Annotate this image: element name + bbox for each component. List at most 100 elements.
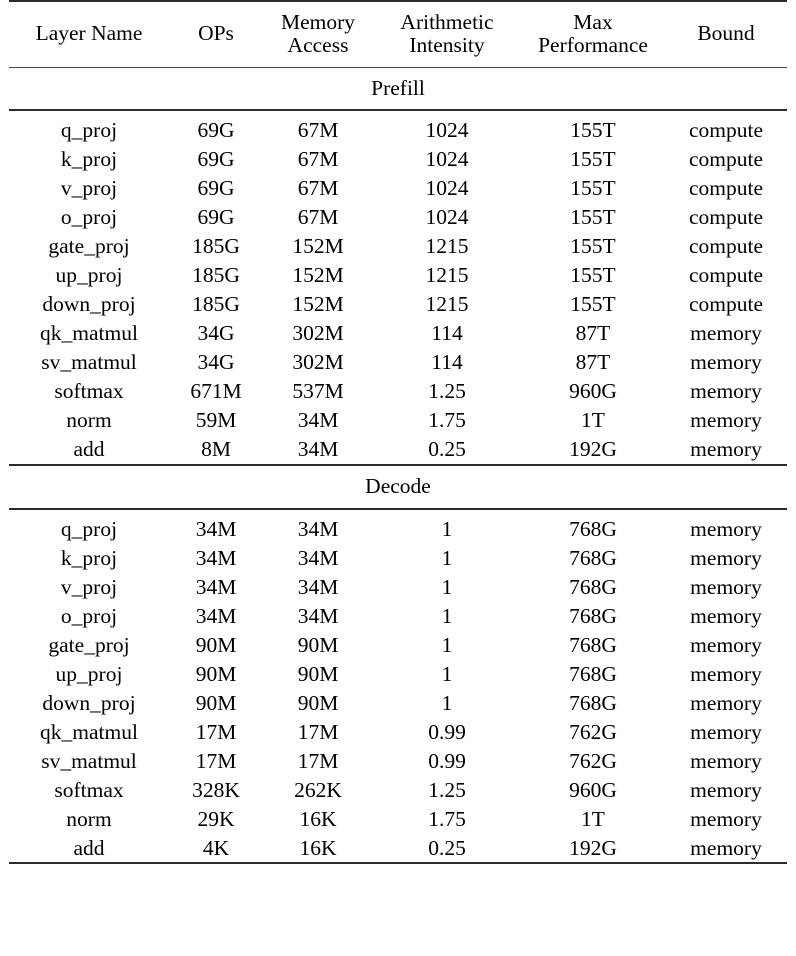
cell-ops: 17M — [195, 748, 237, 773]
cell-layer-name: o_proj — [60, 603, 118, 628]
cell-max-performance: 768G — [569, 603, 617, 628]
table-row: gate_proj 185G 152M 1215 155T compute — [9, 232, 787, 261]
cell-max-performance: 960G — [569, 777, 617, 802]
cell-arithmetic-intensity: 0.25 — [428, 835, 466, 860]
column-header-layer-name: Layer Name — [9, 0, 169, 68]
cell-bound: compute — [688, 234, 764, 259]
table-row: down_proj 90M 90M 1 768G memory — [9, 689, 787, 718]
column-header-line: Memory — [280, 10, 356, 34]
cell-bound: memory — [690, 379, 762, 404]
table-row: up_proj 90M 90M 1 768G memory — [9, 660, 787, 689]
cell-max-performance: 155T — [570, 147, 616, 172]
table-row: q_proj 69G 67M 1024 155T compute — [9, 116, 787, 145]
cell-arithmetic-intensity: 1024 — [425, 147, 469, 172]
cell-bound: memory — [690, 748, 762, 773]
table-row: gate_proj 90M 90M 1 768G memory — [9, 631, 787, 660]
column-header-max-performance: Max Performance — [521, 0, 665, 68]
cell-memory-access: 67M — [297, 176, 339, 201]
column-header-arithmetic-intensity: Arithmetic Intensity — [373, 0, 521, 68]
cell-arithmetic-intensity: 1024 — [425, 176, 469, 201]
table-row: qk_matmul 34G 302M 114 87T memory — [9, 319, 787, 348]
table-row: k_proj 69G 67M 1024 155T compute — [9, 145, 787, 174]
cell-memory-access: 90M — [297, 690, 339, 715]
cell-bound: compute — [688, 147, 764, 172]
cell-arithmetic-intensity: 1.75 — [428, 408, 466, 433]
cell-memory-access: 152M — [292, 234, 344, 259]
cell-bound: memory — [690, 632, 762, 657]
column-header-ops: OPs — [169, 0, 263, 68]
cell-ops: 34M — [195, 574, 237, 599]
section-title-decode: Decode — [9, 463, 787, 509]
cell-max-performance: 1T — [581, 806, 605, 831]
cell-arithmetic-intensity: 1 — [441, 603, 453, 628]
cell-ops: 90M — [195, 632, 237, 657]
cell-layer-name: softmax — [54, 379, 124, 404]
cell-layer-name: softmax — [54, 777, 124, 802]
cell-arithmetic-intensity: 1 — [441, 574, 453, 599]
cell-bound: compute — [688, 263, 764, 288]
cell-memory-access: 17M — [297, 748, 339, 773]
cell-ops: 69G — [197, 147, 235, 172]
cell-ops: 34M — [195, 545, 237, 570]
cell-ops: 34M — [195, 603, 237, 628]
column-header-line: Performance — [538, 32, 648, 57]
cell-arithmetic-intensity: 0.99 — [428, 719, 466, 744]
cell-max-performance: 768G — [569, 516, 617, 541]
cell-max-performance: 768G — [569, 574, 617, 599]
cell-ops: 17M — [195, 719, 237, 744]
cell-layer-name: q_proj — [60, 516, 118, 541]
section-top-rule: Prefill — [9, 66, 787, 111]
cell-ops: 69G — [197, 176, 235, 201]
table-row: sv_matmul 34G 302M 114 87T memory — [9, 348, 787, 377]
table-header-row: Layer Name OPs Memory Access Arithmetic Inten… — [9, 0, 787, 68]
cell-ops: 328K — [192, 777, 240, 802]
cell-memory-access: 152M — [292, 292, 344, 317]
cell-layer-name: norm — [66, 806, 112, 831]
cell-bound: compute — [688, 118, 764, 143]
cell-max-performance: 155T — [570, 205, 616, 230]
cell-layer-name: q_proj — [60, 118, 118, 143]
cell-arithmetic-intensity: 1 — [441, 632, 453, 657]
cell-memory-access: 17M — [297, 719, 339, 744]
cell-layer-name: v_proj — [60, 574, 118, 599]
cell-max-performance: 768G — [569, 690, 617, 715]
table-row: k_proj 34M 34M 1 768G memory — [9, 544, 787, 573]
cell-ops: 185G — [192, 292, 240, 317]
cell-max-performance: 87T — [575, 321, 611, 346]
cell-bound: compute — [688, 176, 764, 201]
column-header-line: Bound — [697, 21, 755, 46]
cell-arithmetic-intensity: 1215 — [425, 292, 469, 317]
cell-ops: 34M — [195, 516, 237, 541]
cell-ops: 69G — [197, 205, 235, 230]
section-top-rule: Decode — [9, 463, 787, 509]
cell-arithmetic-intensity: 114 — [431, 350, 463, 375]
cell-ops: 90M — [195, 690, 237, 715]
cell-max-performance: 87T — [575, 350, 611, 375]
cell-ops: 69G — [197, 118, 235, 143]
table-row: add 8M 34M 0.25 192G memory — [9, 435, 787, 465]
cell-memory-access: 16K — [299, 835, 337, 860]
cell-layer-name: add — [73, 437, 105, 462]
cell-arithmetic-intensity: 1 — [441, 545, 453, 570]
cell-max-performance: 762G — [569, 748, 617, 773]
cell-max-performance: 960G — [569, 379, 617, 404]
cell-arithmetic-intensity: 114 — [431, 321, 463, 346]
cell-layer-name: k_proj — [60, 545, 118, 570]
cell-layer-name: up_proj — [55, 263, 123, 288]
table-row: v_proj 34M 34M 1 768G memory — [9, 573, 787, 602]
cell-max-performance: 192G — [569, 835, 617, 860]
cell-arithmetic-intensity: 1 — [441, 690, 453, 715]
cell-ops: 185G — [192, 263, 240, 288]
column-header-line: Layer Name — [35, 21, 143, 46]
cell-bound: memory — [690, 408, 762, 433]
table-row: add 4K 16K 0.25 192G memory — [9, 833, 787, 863]
cell-memory-access: 16K — [299, 806, 337, 831]
cell-memory-access: 152M — [292, 263, 344, 288]
cell-ops: 90M — [195, 661, 237, 686]
cell-bound: memory — [690, 603, 762, 628]
cell-bound: memory — [690, 350, 762, 375]
column-header-line: Arithmetic — [400, 10, 494, 34]
cell-memory-access: 67M — [297, 147, 339, 172]
cell-bound: compute — [688, 292, 764, 317]
table-row: up_proj 185G 152M 1215 155T compute — [9, 261, 787, 290]
